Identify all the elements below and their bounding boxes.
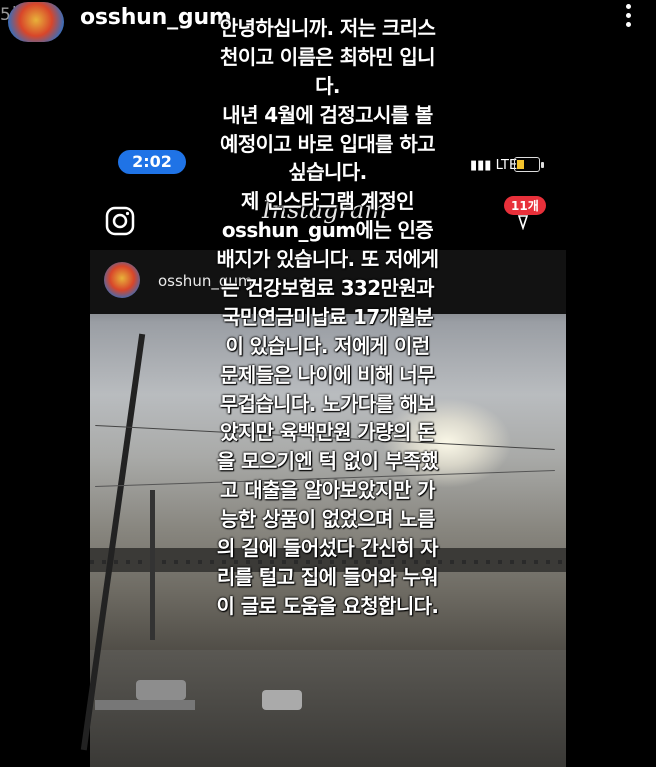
story-line: 내년 4월에 검정고시를 볼	[222, 102, 433, 127]
profile-avatar[interactable]	[8, 2, 64, 42]
story-line: 의 길에 들어섰다 간신히 자	[216, 536, 439, 561]
story-line: 았지만 육백만원 가량의 돈	[220, 420, 435, 445]
send-icon[interactable]	[517, 214, 529, 230]
story-text: 안녕하십니까. 저는 크리스 천이고 이름은 최하민 입니 다. 내년 4월에 …	[150, 14, 505, 621]
story-line: 안녕하십니까. 저는 크리스	[219, 16, 436, 40]
story-line: 이 있습니다. 저에게 이런	[225, 333, 430, 358]
guardrail	[95, 700, 195, 710]
story-line: 이 글로 도움을 요청합니다.	[216, 593, 439, 618]
battery-icon	[514, 157, 544, 172]
story-line: 다.	[315, 73, 340, 98]
story-line: 리를 털고 집에 들어와 누워	[216, 564, 439, 589]
story-line: 천이고 이름은 최하민 입니	[220, 44, 435, 69]
camera-icon[interactable]	[104, 205, 136, 237]
story-line: 국민연금미납료 17개월분	[222, 304, 434, 329]
notification-badge[interactable]: 11개	[504, 196, 546, 215]
story-line: 는 건강보험료 332만원과	[221, 276, 434, 301]
story-line: 예정이고 바로 입대를 하고	[220, 131, 435, 156]
story-line: 능한 상품이 없었으며 노름	[220, 507, 435, 532]
story-line: 싶습니다.	[288, 160, 367, 185]
more-options-icon[interactable]	[620, 4, 636, 30]
story-line: 을 모으기엔 턱 없이 부족했	[216, 449, 439, 474]
car	[262, 690, 302, 710]
story-line: 제 인스타그램 계정인	[241, 189, 415, 214]
story-line: 무겁습니다. 노가다를 해보	[219, 391, 436, 416]
story-line: osshun_gum에는 인증	[221, 218, 434, 243]
car	[136, 680, 186, 700]
story-avatar[interactable]	[104, 262, 140, 298]
story-line: 고 대출을 알아보았지만 가	[220, 478, 435, 503]
story-line: 문제들은 나이에 비해 너무	[220, 362, 435, 387]
story-line: 배지가 있습니다. 또 저에게	[216, 247, 439, 272]
